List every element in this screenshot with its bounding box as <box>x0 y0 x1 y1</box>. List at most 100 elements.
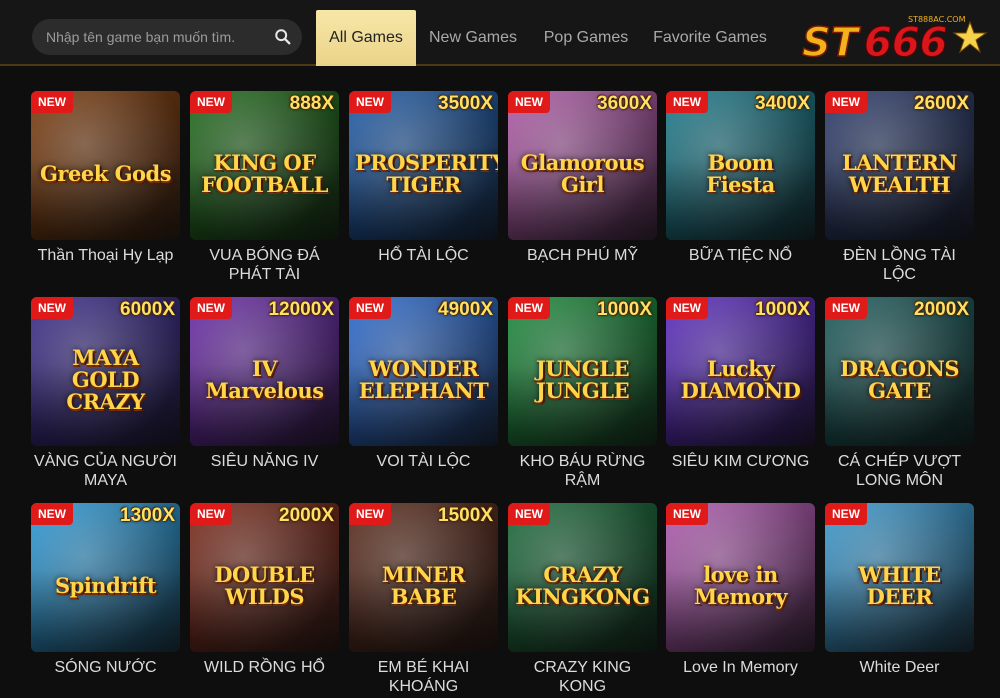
game-thumbnail[interactable]: love in Memory NEW <box>666 503 815 652</box>
game-name[interactable]: VÀNG CỦA NGƯỜI MAYA <box>31 452 180 490</box>
new-badge: NEW <box>190 503 232 525</box>
game-thumbnail[interactable]: WHITE DEER NEW <box>825 503 974 652</box>
game-name[interactable]: Love In Memory <box>666 658 815 677</box>
game-name[interactable]: EM BÉ KHAI KHOÁNG <box>349 658 498 696</box>
multiplier-label: 1500X <box>438 505 493 526</box>
game-name[interactable]: VUA BÓNG ĐÁ PHÁT TÀI <box>190 246 339 284</box>
new-badge: NEW <box>508 503 550 525</box>
game-card[interactable]: PROSPERITY TIGER NEW 3500X HỔ TÀI LỘC <box>349 91 498 265</box>
game-card[interactable]: LANTERN WEALTH NEW 2600X ĐÈN LỒNG TÀI LỘC <box>825 91 974 284</box>
game-art-title: PROSPERITY TIGER <box>355 150 498 198</box>
site-logo[interactable]: ST 666 ST888AC.COM <box>798 12 988 66</box>
multiplier-label: 1300X <box>120 505 175 526</box>
game-thumbnail[interactable]: LANTERN WEALTH NEW 2600X <box>825 91 974 240</box>
game-thumbnail[interactable]: PROSPERITY TIGER NEW 3500X <box>349 91 498 240</box>
game-thumbnail[interactable]: Glamorous Girl NEW 3600X <box>508 91 657 240</box>
game-art-title: MAYA GOLD CRAZY <box>66 345 145 415</box>
game-art-title: DRAGONS GATE <box>839 356 960 404</box>
game-name[interactable]: WILD RỒNG HỔ <box>190 658 339 677</box>
game-card[interactable]: WONDER ELEPHANT NEW 4900X VOI TÀI LỘC <box>349 297 498 471</box>
game-thumbnail[interactable]: Boom Fiesta NEW 3400X <box>666 91 815 240</box>
multiplier-label: 1000X <box>597 299 652 320</box>
multiplier-label: 888X <box>289 93 334 114</box>
svg-text:ST888AC.COM: ST888AC.COM <box>908 15 966 24</box>
game-art-title: Lucky DIAMOND <box>680 356 801 404</box>
game-card[interactable]: KING OF FOOTBALL NEW 888X VUA BÓNG ĐÁ PHÁT … <box>190 91 339 284</box>
game-thumbnail[interactable]: JUNGLE JUNGLE NEW 1000X <box>508 297 657 446</box>
game-card[interactable]: Glamorous Girl NEW 3600X BẠCH PHÚ MỸ <box>508 91 657 265</box>
game-card[interactable]: JUNGLE JUNGLE NEW 1000X KHO BÁU RỪNG RẬM <box>508 297 657 490</box>
game-name[interactable]: CRAZY KING KONG <box>508 658 657 696</box>
game-art-title: Boom Fiesta <box>706 150 775 198</box>
multiplier-label: 2600X <box>914 93 969 114</box>
new-badge: NEW <box>508 297 550 319</box>
game-thumbnail[interactable]: IV Marvelous NEW 12000X <box>190 297 339 446</box>
new-badge: NEW <box>31 91 73 113</box>
game-card[interactable]: Lucky DIAMOND NEW 1000X SIÊU KIM CƯƠNG <box>666 297 815 471</box>
game-name[interactable]: SÓNG NƯỚC <box>31 658 180 677</box>
new-badge: NEW <box>666 297 708 319</box>
game-thumbnail[interactable]: Lucky DIAMOND NEW 1000X <box>666 297 815 446</box>
game-name[interactable]: VOI TÀI LỘC <box>349 452 498 471</box>
game-name[interactable]: BẠCH PHÚ MỸ <box>508 246 657 265</box>
multiplier-label: 2000X <box>279 505 334 526</box>
new-badge: NEW <box>31 503 73 525</box>
game-thumbnail[interactable]: KING OF FOOTBALL NEW 888X <box>190 91 339 240</box>
game-art-title: Spindrift <box>54 573 157 599</box>
game-art-title: MINER BABE <box>381 562 466 610</box>
game-card[interactable]: MINER BABE NEW 1500X EM BÉ KHAI KHOÁNG <box>349 503 498 696</box>
game-card[interactable]: DOUBLE WILDS NEW 2000X WILD RỒNG HỔ <box>190 503 339 677</box>
game-card[interactable]: MAYA GOLD CRAZY NEW 6000X VÀNG CỦA NGƯỜI MA… <box>31 297 180 490</box>
game-name[interactable]: SIÊU NĂNG IV <box>190 452 339 471</box>
tab-pop-games[interactable]: Pop Games <box>536 10 636 66</box>
new-badge: NEW <box>825 297 867 319</box>
game-thumbnail[interactable]: Greek Gods NEW <box>31 91 180 240</box>
game-art-title: love in Memory <box>693 562 788 610</box>
new-badge: NEW <box>666 503 708 525</box>
search-input[interactable] <box>46 19 266 55</box>
game-card[interactable]: Spindrift NEW 1300X SÓNG NƯỚC <box>31 503 180 677</box>
new-badge: NEW <box>349 503 391 525</box>
game-art-title: DOUBLE WILDS <box>214 562 315 610</box>
tab-favorite-games[interactable]: Favorite Games <box>646 10 774 66</box>
game-art-title: Glamorous Girl <box>520 150 645 198</box>
game-name[interactable]: BỮA TIỆC NỔ <box>666 246 815 265</box>
game-name[interactable]: CÁ CHÉP VƯỢT LONG MÔN <box>825 452 974 490</box>
game-card[interactable]: WHITE DEER NEW White Deer <box>825 503 974 677</box>
multiplier-label: 4900X <box>438 299 493 320</box>
tab-all-games[interactable]: All Games <box>316 10 416 66</box>
game-thumbnail[interactable]: MINER BABE NEW 1500X <box>349 503 498 652</box>
search-box[interactable] <box>32 19 302 55</box>
game-name[interactable]: Thần Thoại Hy Lạp <box>31 246 180 265</box>
game-name[interactable]: KHO BÁU RỪNG RẬM <box>508 452 657 490</box>
game-name[interactable]: White Deer <box>825 658 974 677</box>
game-thumbnail[interactable]: MAYA GOLD CRAZY NEW 6000X <box>31 297 180 446</box>
game-art-title: KING OF FOOTBALL <box>201 150 328 198</box>
game-card[interactable]: Greek Gods NEW Thần Thoại Hy Lạp <box>31 91 180 265</box>
new-badge: NEW <box>825 91 867 113</box>
multiplier-label: 3500X <box>438 93 493 114</box>
game-name[interactable]: ĐÈN LỒNG TÀI LỘC <box>825 246 974 284</box>
game-art-title: IV Marvelous <box>205 356 324 404</box>
new-badge: NEW <box>349 91 391 113</box>
game-card[interactable]: IV Marvelous NEW 12000X SIÊU NĂNG IV <box>190 297 339 471</box>
game-thumbnail[interactable]: DOUBLE WILDS NEW 2000X <box>190 503 339 652</box>
game-thumbnail[interactable]: Spindrift NEW 1300X <box>31 503 180 652</box>
game-name[interactable]: HỔ TÀI LỘC <box>349 246 498 265</box>
new-badge: NEW <box>349 297 391 319</box>
game-art-title: JUNGLE JUNGLE <box>535 356 630 404</box>
game-card[interactable]: love in Memory NEW Love In Memory <box>666 503 815 677</box>
search-icon[interactable] <box>274 28 292 46</box>
top-bar: All Games New Games Pop Games Favorite G… <box>0 0 1000 66</box>
game-card[interactable]: CRAZY KINGKONG NEW CRAZY KING KONG <box>508 503 657 696</box>
game-art-title: WONDER ELEPHANT <box>358 356 489 404</box>
game-thumbnail[interactable]: WONDER ELEPHANT NEW 4900X <box>349 297 498 446</box>
tab-new-games[interactable]: New Games <box>420 10 526 66</box>
game-thumbnail[interactable]: CRAZY KINGKONG NEW <box>508 503 657 652</box>
game-art-title: Greek Gods <box>39 161 172 187</box>
game-name[interactable]: SIÊU KIM CƯƠNG <box>666 452 815 471</box>
game-card[interactable]: Boom Fiesta NEW 3400X BỮA TIỆC NỔ <box>666 91 815 265</box>
game-card[interactable]: DRAGONS GATE NEW 2000X CÁ CHÉP VƯỢT LONG MÔ… <box>825 297 974 490</box>
multiplier-label: 3400X <box>755 93 810 114</box>
game-thumbnail[interactable]: DRAGONS GATE NEW 2000X <box>825 297 974 446</box>
